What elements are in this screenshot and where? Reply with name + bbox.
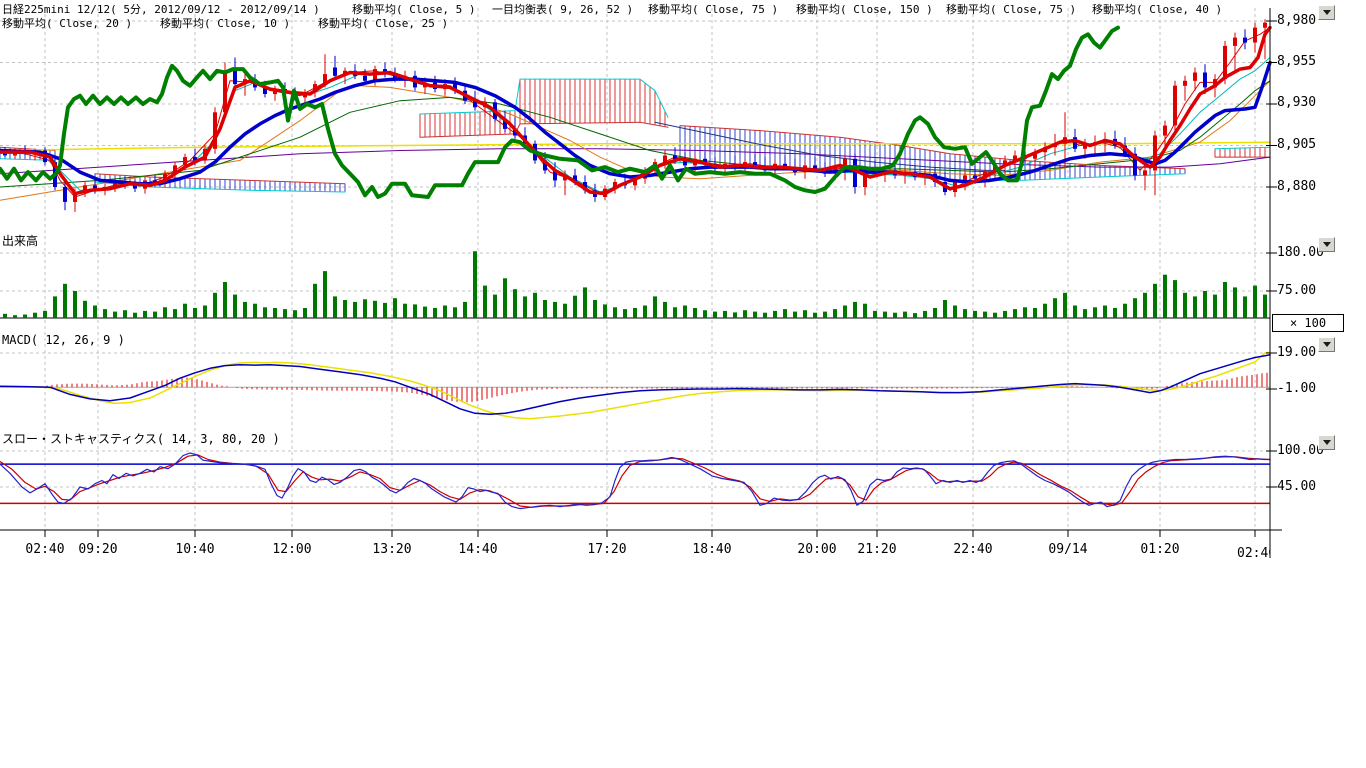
volume-multiplier-label: × 100 bbox=[1290, 316, 1326, 330]
volume-multiplier-box: × 100 bbox=[1272, 314, 1344, 332]
main-panel-scale-dropdown-button[interactable] bbox=[1318, 5, 1335, 20]
chart-application-window: 日経225mini 12/12( 5分, 2012/09/12 - 2012/0… bbox=[0, 0, 1366, 768]
legend-ma75: 移動平均( Close, 75 ) bbox=[648, 1, 778, 17]
time-tick-1040: 10:40 bbox=[171, 542, 219, 557]
legend-ma10: 移動平均( Close, 10 ) bbox=[160, 15, 290, 31]
macd-panel-label: MACD( 12, 26, 9 ) bbox=[2, 333, 125, 347]
time-tick-1320: 13:20 bbox=[368, 542, 416, 557]
legend-ma25: 移動平均( Close, 25 ) bbox=[318, 15, 448, 31]
time-tick-0120: 01:20 bbox=[1136, 542, 1184, 557]
time-tick-0914: 09/14 bbox=[1044, 542, 1092, 557]
time-tick-2000: 20:00 bbox=[793, 542, 841, 557]
time-tick-1440: 14:40 bbox=[454, 542, 502, 557]
time-tick-1840: 18:40 bbox=[688, 542, 736, 557]
legend-ma75-2: 移動平均( Close, 75 ) bbox=[946, 1, 1076, 17]
chevron-down-icon bbox=[1323, 342, 1331, 347]
chevron-down-icon bbox=[1323, 440, 1331, 445]
price-tick-8930: 8,930 bbox=[1277, 95, 1316, 110]
volume-tick-75: 75.00 bbox=[1277, 283, 1316, 298]
price-tick-8905: 8,905 bbox=[1277, 137, 1316, 152]
macd-panel-scale-dropdown-button[interactable] bbox=[1318, 337, 1335, 352]
volume-tick-180: 180.00 bbox=[1277, 245, 1324, 260]
chevron-down-icon bbox=[1323, 10, 1331, 15]
legend-ma150: 移動平均( Close, 150 ) bbox=[796, 1, 933, 17]
stoch-tick-45: 45.00 bbox=[1277, 479, 1316, 494]
chevron-down-icon bbox=[1323, 242, 1331, 247]
time-tick-1720: 17:20 bbox=[583, 542, 631, 557]
stoch-tick-100: 100.00 bbox=[1277, 443, 1324, 458]
macd-tick-19: 19.00 bbox=[1277, 345, 1316, 360]
time-tick-0240: 02:40 bbox=[21, 542, 69, 557]
time-tick-2120: 21:20 bbox=[853, 542, 901, 557]
volume-panel-scale-dropdown-button[interactable] bbox=[1318, 237, 1335, 252]
price-tick-8980: 8,980 bbox=[1277, 13, 1316, 28]
volume-panel-label: 出来高 bbox=[2, 232, 38, 249]
time-tick-0920: 09:20 bbox=[74, 542, 122, 557]
price-tick-8880: 8,880 bbox=[1277, 179, 1316, 194]
time-tick-0240-clipped: 02:40 bbox=[1236, 542, 1270, 561]
time-tick-2240: 22:40 bbox=[949, 542, 997, 557]
legend-ichimoku: 一目均衡表( 9, 26, 52 ) bbox=[492, 1, 633, 17]
stoch-panel-scale-dropdown-button[interactable] bbox=[1318, 435, 1335, 450]
stoch-panel-label: スロー・ストキャスティクス( 14, 3, 80, 20 ) bbox=[2, 430, 280, 447]
legend-ma20: 移動平均( Close, 20 ) bbox=[2, 15, 132, 31]
time-tick-1200: 12:00 bbox=[268, 542, 316, 557]
price-tick-8955: 8,955 bbox=[1277, 54, 1316, 69]
legend-ma40: 移動平均( Close, 40 ) bbox=[1092, 1, 1222, 17]
chart-canvas bbox=[0, 0, 1366, 768]
macd-tick-minus1: -1.00 bbox=[1277, 381, 1316, 396]
